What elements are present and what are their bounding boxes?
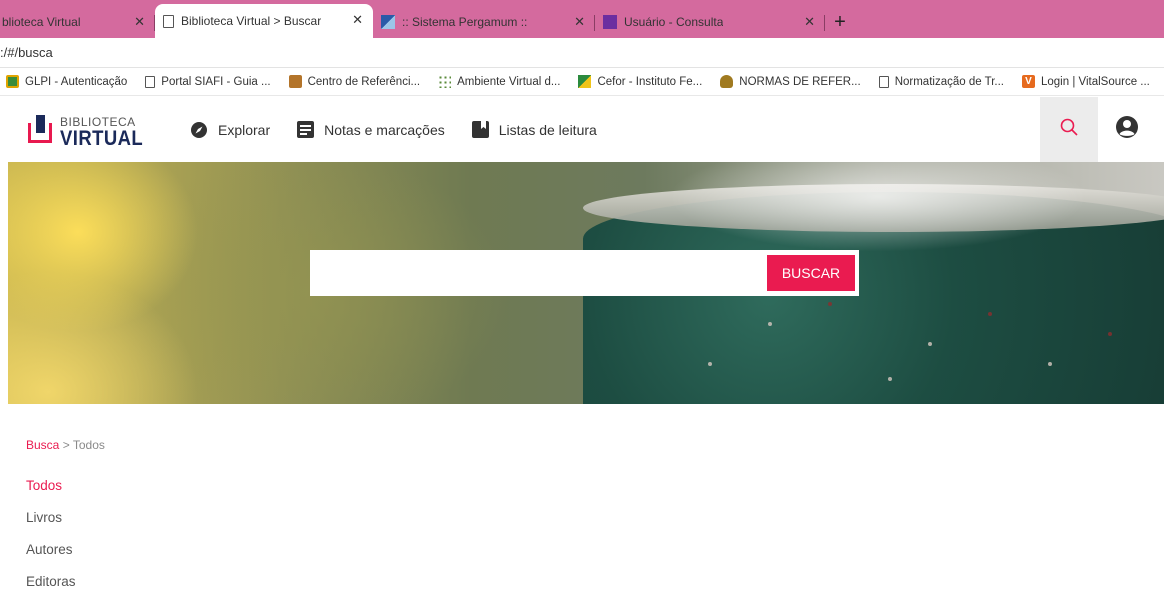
cr-icon: [288, 75, 302, 88]
bookmark-label: Centro de Referênci...: [307, 75, 421, 88]
speck: [828, 302, 832, 306]
usuario-icon: [603, 15, 617, 29]
bookmark-label: Normatização de Tr...: [894, 75, 1004, 88]
browser-tab-usuario-consulta[interactable]: Usuário - Consulta ✕: [595, 6, 825, 38]
new-tab-button[interactable]: +: [825, 6, 855, 38]
speck: [1048, 362, 1052, 366]
tab-title: blioteca Virtual: [2, 15, 81, 29]
page-icon: [878, 75, 889, 88]
url-text[interactable]: :/#/busca: [0, 45, 53, 60]
crest-icon: [720, 75, 734, 88]
bookmark-normatizacao[interactable]: Normatização de Tr...: [878, 75, 1004, 88]
browser-tab-pergamum[interactable]: :: Sistema Pergamum :: ✕: [373, 6, 595, 38]
speck: [928, 342, 932, 346]
speck: [708, 362, 712, 366]
bookmark-centro-referencia[interactable]: Centro de Referênci...: [288, 75, 421, 88]
logo-mark-icon: [26, 115, 56, 145]
logo-big-text: VIRTUAL: [60, 127, 144, 150]
nav-listas-leitura[interactable]: Listas de leitura: [471, 121, 597, 138]
main-nav: Explorar Notas e marcações Listas de lei…: [190, 97, 624, 162]
nav-explorar[interactable]: Explorar: [190, 121, 270, 139]
bookmark-label: NORMAS DE REFER...: [739, 75, 861, 88]
bookmark-normas[interactable]: NORMAS DE REFER...: [720, 75, 861, 88]
tab-title: Usuário - Consulta: [624, 15, 724, 29]
filter-todos[interactable]: Todos: [26, 478, 76, 510]
bookmark-glpi[interactable]: GLPI - Autenticação: [6, 75, 127, 88]
breadcrumb-separator: >: [62, 438, 70, 452]
breadcrumb-link-busca[interactable]: Busca: [26, 438, 59, 452]
bookmark-siafi[interactable]: Portal SIAFI - Guia ...: [145, 75, 271, 88]
cefor-icon: [578, 75, 592, 88]
search-icon: [1060, 118, 1078, 141]
page-icon: [163, 14, 174, 28]
bookmark-icon: [471, 121, 489, 138]
ava-icon: [438, 75, 452, 88]
site-header: BIBLIOTECA VIRTUAL Explorar Notas e marc…: [0, 97, 1164, 162]
nav-label: Notas e marcações: [324, 121, 445, 138]
speck: [768, 322, 772, 326]
address-bar[interactable]: :/#/busca: [0, 38, 1164, 68]
notes-icon: [297, 121, 315, 138]
nav-label: Listas de leitura: [498, 121, 597, 138]
bookmark-label: Portal SIAFI - Guia ...: [161, 75, 271, 88]
tab-title: :: Sistema Pergamum ::: [402, 15, 528, 29]
speck: [1108, 332, 1112, 336]
filter-livros[interactable]: Livros: [26, 510, 76, 542]
nav-label: Explorar: [218, 121, 271, 138]
close-icon[interactable]: ✕: [574, 14, 585, 30]
user-icon: [1115, 115, 1139, 144]
browser-tab-biblioteca-virtual[interactable]: blioteca Virtual ✕: [0, 6, 155, 38]
tab-separator: [824, 15, 825, 31]
tab-title: Biblioteca Virtual > Buscar: [181, 14, 322, 28]
breadcrumb-current: Todos: [72, 438, 105, 452]
speck: [988, 312, 992, 316]
bookmark-label: GLPI - Autenticação: [25, 75, 128, 88]
page-icon: [145, 75, 156, 88]
browser-tab-buscar-active[interactable]: Biblioteca Virtual > Buscar ✕: [155, 4, 373, 38]
nav-notas-marcacoes[interactable]: Notas e marcações: [297, 121, 445, 138]
breadcrumb: Busca > Todos: [26, 438, 105, 452]
user-account-button[interactable]: [1112, 114, 1142, 144]
bookmark-vitalsource[interactable]: V Login | VitalSource ...: [1021, 75, 1150, 88]
pergamum-icon: [381, 15, 395, 29]
bookmark-label: Cefor - Instituto Fe...: [597, 75, 703, 88]
filter-autores[interactable]: Autores: [26, 542, 76, 574]
hero-banner: BUSCAR: [8, 162, 1164, 404]
vitalsource-icon: V: [1021, 75, 1035, 88]
speck: [888, 377, 892, 381]
glpi-icon: [6, 75, 19, 88]
search-filters: Todos Livros Autores Editoras: [26, 478, 76, 606]
browser-tab-strip: blioteca Virtual ✕ Biblioteca Virtual > …: [0, 0, 1164, 38]
filter-editoras[interactable]: Editoras: [26, 574, 76, 606]
bookmark-ambiente-virtual[interactable]: Ambiente Virtual d...: [438, 75, 560, 88]
bookmark-cefor[interactable]: Cefor - Instituto Fe...: [578, 75, 702, 88]
bookmark-label: Login | VitalSource ...: [1040, 75, 1150, 88]
bookmarks-bar: GLPI - Autenticação Portal SIAFI - Guia …: [0, 68, 1164, 96]
biblioteca-virtual-logo[interactable]: BIBLIOTECA VIRTUAL: [26, 109, 143, 151]
buscar-button[interactable]: BUSCAR: [767, 255, 855, 291]
close-icon[interactable]: ✕: [134, 14, 145, 30]
close-icon[interactable]: ✕: [804, 14, 815, 30]
header-search-button[interactable]: [1040, 97, 1098, 162]
compass-icon: [190, 121, 208, 139]
search-box: BUSCAR: [310, 250, 859, 296]
close-icon[interactable]: ✕: [352, 12, 363, 28]
bookmark-label: Ambiente Virtual d...: [457, 75, 561, 88]
